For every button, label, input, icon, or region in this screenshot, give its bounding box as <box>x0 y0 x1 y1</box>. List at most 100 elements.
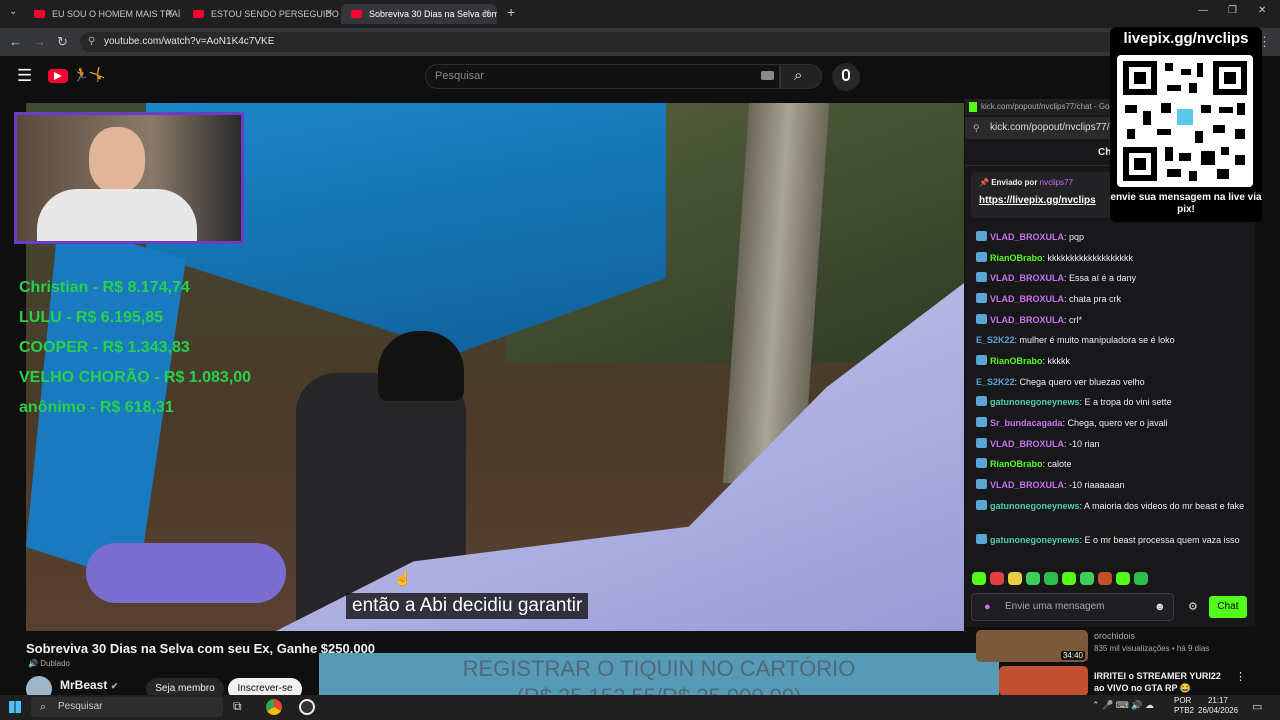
close-window-icon[interactable]: ✕ <box>1258 5 1266 16</box>
emote-icon[interactable] <box>1098 572 1112 585</box>
chat-username[interactable]: gatunonegoneynews <box>990 397 1080 407</box>
tab-3-label: Sobreviva 30 Dias na Selva com <box>369 9 497 19</box>
clock[interactable]: 21:17 26/04/2026 <box>1198 696 1238 716</box>
chat-message: gatunonegoneynews: E o mr beast processa… <box>976 534 1246 547</box>
chat-input-placeholder: Envie uma mensagem <box>1005 601 1105 612</box>
tray-icons[interactable]: ⌃ 🎤 ⌨ 🔊 ☁ <box>1092 700 1154 711</box>
donation-entry: LULU - R$ 6.195,85 <box>19 309 164 326</box>
notifications-icon[interactable]: ▭ <box>1252 700 1262 713</box>
chat-text: : Chega quero ver bluezao velho <box>1014 377 1145 387</box>
chat-badge-icon <box>976 438 987 448</box>
channel-name-text: MrBeast <box>60 678 108 692</box>
chrome-icon[interactable] <box>266 699 282 715</box>
rec-more-icon[interactable]: ⋮ <box>1235 670 1246 683</box>
chat-username[interactable]: VLAD_BROXULA <box>990 294 1064 304</box>
url-bar[interactable]: ⚲ youtube.com/watch?v=AoN1K4c7VKE <box>80 32 1250 52</box>
rec-duration: 34:40 <box>1060 651 1085 660</box>
chat-text: : kkkkk <box>1042 356 1071 366</box>
forward-icon[interactable]: → <box>33 34 46 49</box>
search-button[interactable]: ⌕ <box>780 64 822 89</box>
site-info-icon[interactable]: ⚲ <box>88 32 95 52</box>
rec-channel[interactable]: orochidois <box>1094 630 1135 642</box>
chat-username[interactable]: Sr_bundacagada <box>990 418 1063 428</box>
chat-text: : kkkkkkkkkkkkkkkkkkk <box>1042 253 1134 263</box>
chat-badge-icon <box>976 396 987 406</box>
chat-username[interactable]: VLAD_BROXULA <box>990 273 1064 283</box>
emote-icon[interactable] <box>1008 572 1022 585</box>
emote-icon[interactable] <box>1134 572 1148 585</box>
chat-username[interactable]: gatunonegoneynews <box>990 535 1080 545</box>
chat-window-title-text: kick.com/popout/nvclips77/chat - Go <box>981 102 1110 111</box>
windows-start-icon[interactable] <box>9 701 21 713</box>
rec-thumbnail[interactable]: 34:40 <box>976 630 1088 662</box>
chat-message: VLAD_BROXULA: pqp <box>976 231 1246 244</box>
chat-url-text: kick.com/popout/nvclips77/ch <box>990 122 1121 133</box>
new-tab-icon[interactable]: + <box>507 4 515 20</box>
chat-settings-icon[interactable]: ⚙ <box>1188 600 1198 613</box>
rec-meta: 835 mil visualizações • há 9 dias <box>1094 644 1210 653</box>
goal-title: REGISTRAR O TIQUIN NO CARTÓRIO <box>462 656 856 681</box>
keyboard-layout: PTB2 <box>1174 706 1195 715</box>
reload-icon[interactable]: ↻ <box>57 34 68 50</box>
emote-icon[interactable] <box>1062 572 1076 585</box>
rec-thumbnail[interactable] <box>999 666 1088 696</box>
taskbar-search-input[interactable]: ⌕ Pesquisar <box>31 697 223 717</box>
chat-send-button[interactable]: Chat <box>1209 596 1247 618</box>
language-indicator[interactable]: POR PTB2 <box>1174 696 1194 716</box>
chat-username[interactable]: RianOBrabo <box>990 253 1043 263</box>
tab-2-label: ESTOU SENDO PERSEGUIDO PL <box>211 9 339 19</box>
emote-icon[interactable] <box>1080 572 1094 585</box>
close-tab-icon[interactable]: ✕ <box>325 4 333 24</box>
qr-code-icon <box>1117 55 1253 187</box>
chat-text: : -10 riaaaaaan <box>1064 480 1125 490</box>
tab-2[interactable]: ESTOU SENDO PERSEGUIDO PL ✕ <box>183 4 339 24</box>
chat-username[interactable]: VLAD_BROXULA <box>990 315 1064 325</box>
streamer-webcam <box>14 112 244 244</box>
chat-username[interactable]: E_S2K22 <box>976 335 1015 345</box>
donation-entry: anônimo - R$ 618,31 <box>19 399 174 416</box>
chat-text: : crl* <box>1064 315 1083 325</box>
chat-username[interactable]: RianOBrabo <box>990 459 1043 469</box>
channel-name[interactable]: MrBeast ✔ <box>60 678 118 692</box>
chat-username[interactable]: gatunonegoneynews <box>990 501 1080 511</box>
back-icon[interactable]: ← <box>9 34 22 49</box>
obs-icon[interactable] <box>299 699 315 715</box>
emote-icon[interactable] <box>990 572 1004 585</box>
emoji-picker-icon[interactable]: ☻ <box>1154 594 1166 620</box>
youtube-favicon-icon <box>34 10 45 18</box>
chat-message: Sr_bundacagada: Chega, quero ver o javal… <box>976 417 1246 430</box>
chat-message-input[interactable]: ● Envie uma mensagem ☻ <box>971 593 1174 621</box>
menu-icon[interactable]: ☰ <box>17 66 32 86</box>
chat-username[interactable]: VLAD_BROXULA <box>990 232 1064 242</box>
chat-badge-icon <box>976 272 987 282</box>
search-input[interactable]: Pesquisar <box>425 64 780 89</box>
minimize-icon[interactable]: — <box>1198 5 1208 16</box>
emote-icon[interactable] <box>1116 572 1130 585</box>
chat-badge-icon <box>976 231 987 241</box>
chat-badge-icon <box>976 417 987 427</box>
chat-username[interactable]: VLAD_BROXULA <box>990 439 1064 449</box>
mouse-cursor-icon: ☝ <box>394 570 412 586</box>
task-view-icon[interactable]: ⧉ <box>233 699 242 714</box>
close-tab-icon[interactable]: ✕ <box>483 4 491 24</box>
url-text: youtube.com/watch?v=AoN1K4c7VKE <box>104 36 275 47</box>
tab-1[interactable]: EU SOU O HOMEM MAIS TRAÍDO ✕ <box>24 4 180 24</box>
tab-3-active[interactable]: Sobreviva 30 Dias na Selva com ✕ <box>341 4 497 24</box>
voice-search-button[interactable] <box>832 63 860 91</box>
maximize-icon[interactable]: ❐ <box>1228 5 1237 16</box>
emote-icon[interactable] <box>1044 572 1058 585</box>
emote-icon[interactable] <box>972 572 986 585</box>
chat-username[interactable]: E_S2K22 <box>976 377 1015 387</box>
pinned-link[interactable]: https://livepix.gg/nvclips <box>979 195 1113 206</box>
lang-code: POR <box>1174 696 1192 705</box>
search-icon: ⌕ <box>40 701 47 713</box>
dubbed-badge: 🔊 Dublado <box>28 659 70 668</box>
close-tab-icon[interactable]: ✕ <box>166 4 174 24</box>
chat-username[interactable]: RianOBrabo <box>990 356 1043 366</box>
streamer-shirt <box>37 189 197 241</box>
keyboard-icon[interactable] <box>761 71 774 80</box>
pinned-label: Enviado por <box>991 178 1038 187</box>
chat-username[interactable]: VLAD_BROXULA <box>990 480 1064 490</box>
emote-icon[interactable] <box>1026 572 1040 585</box>
tab-list-icon[interactable]: ⌄ <box>9 6 17 17</box>
